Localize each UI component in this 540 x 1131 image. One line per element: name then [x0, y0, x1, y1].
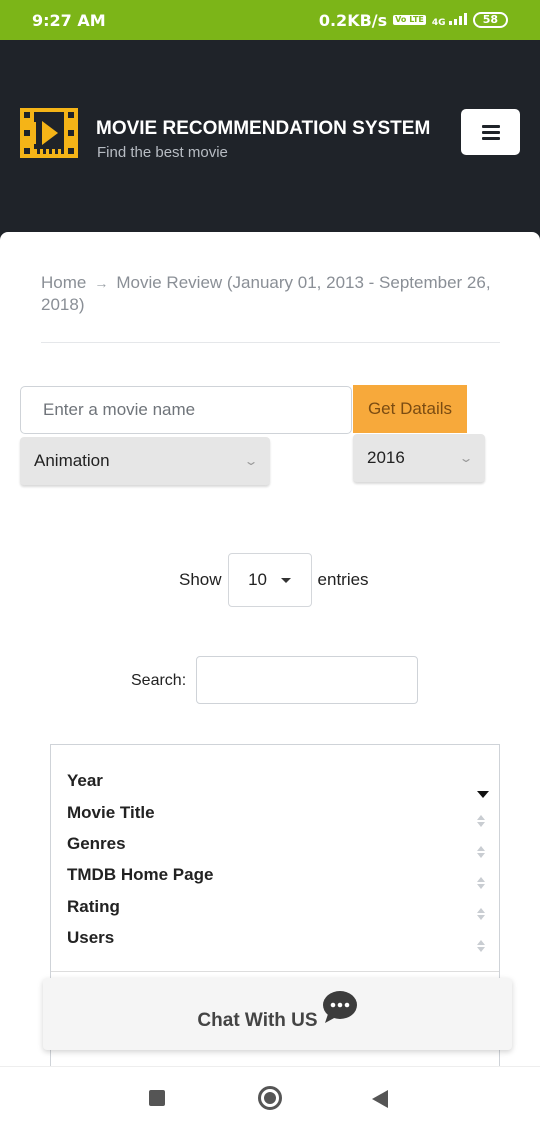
table-divider	[51, 971, 499, 972]
year-select[interactable]: 2016 ⌄	[353, 434, 485, 482]
show-label: Show	[179, 570, 222, 589]
chevron-down-icon: ⌄	[243, 454, 259, 468]
table-search-input[interactable]	[196, 656, 418, 704]
sort-icon[interactable]	[477, 908, 487, 920]
entries-select[interactable]: 10	[227, 553, 312, 607]
system-nav-bar	[0, 1066, 540, 1131]
column-header-year[interactable]: Year	[67, 771, 103, 791]
entries-length-control: Show 10 entries	[179, 552, 369, 608]
film-logo-icon	[20, 108, 78, 163]
site-header: MOVIE RECOMMENDATION SYSTEM Find the bes…	[0, 40, 540, 240]
entries-label: entries	[317, 570, 369, 589]
network-speed: 0.2KB/s	[318, 10, 388, 30]
get-details-button[interactable]: Get Datails	[353, 385, 467, 433]
sort-icon[interactable]	[477, 877, 487, 889]
hamburger-icon	[481, 122, 500, 143]
home-icon[interactable]	[258, 1086, 282, 1110]
breadcrumb: Home → Movie Review (January 01, 2013 - Se…	[41, 272, 501, 316]
arrow-right-icon: →	[94, 275, 109, 291]
recent-apps-icon[interactable]	[149, 1090, 165, 1106]
column-header-rating[interactable]: Rating	[67, 897, 120, 917]
main-content: Home → Movie Review (January 01, 2013 - Se…	[0, 232, 540, 1074]
battery-icon: 58	[472, 12, 508, 28]
status-indicators: 0.2KB/s Vo LTE 4G 58	[319, 11, 508, 30]
column-header-users[interactable]: Users	[67, 928, 114, 948]
status-bar: 9:27 AM 0.2KB/s Vo LTE 4G 58	[0, 0, 540, 40]
site-subtitle: Find the best movie	[97, 144, 228, 161]
search-label: Search:	[131, 672, 187, 689]
sort-icon[interactable]	[477, 940, 487, 952]
sort-icon[interactable]	[477, 815, 487, 827]
menu-button[interactable]	[461, 109, 520, 155]
breadcrumb-home[interactable]: Home	[41, 273, 86, 292]
volte-icon: Vo LTE	[393, 15, 426, 25]
chevron-down-icon: ⌄	[458, 451, 474, 465]
chat-widget[interactable]: Chat With US	[43, 978, 512, 1050]
year-value: 2016	[367, 448, 405, 467]
sort-icon[interactable]	[477, 846, 487, 858]
breadcrumb-current: Movie Review (January 01, 2013 - Septemb…	[41, 273, 491, 314]
caret-down-icon	[280, 577, 291, 583]
column-header-movie-title[interactable]: Movie Title	[67, 803, 155, 823]
genre-select[interactable]: Animation ⌄	[20, 437, 270, 485]
sort-desc-icon[interactable]	[477, 791, 489, 798]
entries-value: 10	[248, 570, 267, 589]
signal-icon: 4G	[432, 12, 467, 28]
chat-bubble-icon	[322, 990, 358, 1030]
site-title[interactable]: MOVIE RECOMMENDATION SYSTEM	[96, 118, 430, 140]
status-time: 9:27 AM	[32, 10, 106, 30]
divider	[41, 342, 500, 343]
back-icon[interactable]	[372, 1090, 388, 1108]
column-header-genres[interactable]: Genres	[67, 834, 126, 854]
genre-value: Animation	[34, 451, 110, 470]
movie-name-input[interactable]	[20, 386, 352, 434]
column-header-tmdb-home-page[interactable]: TMDB Home Page	[67, 865, 213, 885]
chat-label: Chat With US	[197, 1010, 318, 1031]
